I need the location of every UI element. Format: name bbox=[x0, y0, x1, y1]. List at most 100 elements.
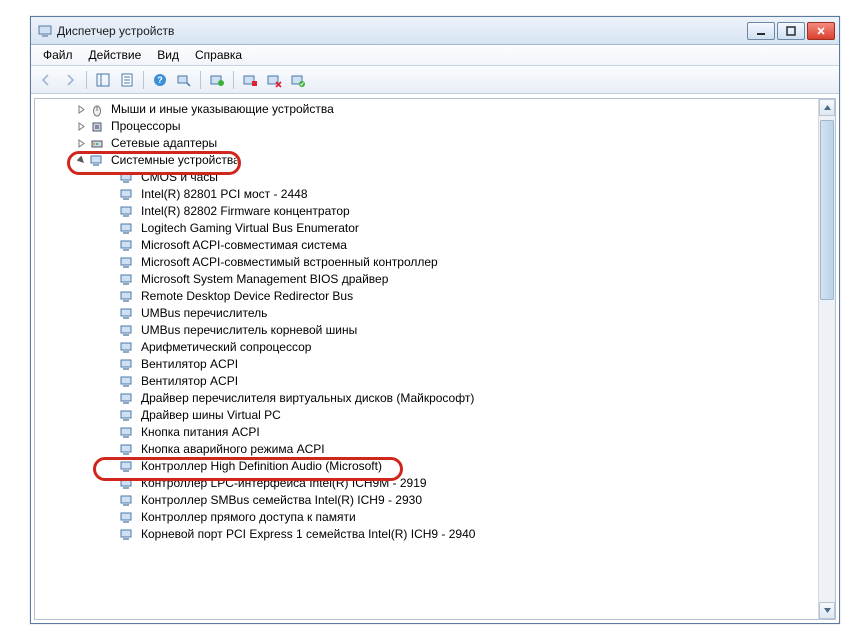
tree-node-label: Microsoft ACPI-совместимая система bbox=[139, 237, 349, 254]
tree-node-dev-5[interactable]: Microsoft ACPI-совместимый встроенный ко… bbox=[35, 254, 818, 271]
scroll-track[interactable] bbox=[819, 116, 835, 602]
tree-node-label: Контроллер SMBus семейства Intel(R) ICH9… bbox=[139, 492, 424, 509]
tree-node-label: Мыши и иные указывающие устройства bbox=[109, 101, 336, 118]
tree-node-dev-15[interactable]: Кнопка питания ACPI bbox=[35, 424, 818, 441]
maximize-button[interactable] bbox=[777, 22, 805, 40]
toolbar-separator bbox=[143, 71, 144, 89]
device-icon bbox=[119, 425, 135, 441]
tree-node-cat-2[interactable]: Сетевые адаптеры bbox=[35, 135, 818, 152]
device-icon bbox=[119, 323, 135, 339]
tree-node-dev-0[interactable]: CMOS и часы bbox=[35, 169, 818, 186]
uninstall-button[interactable] bbox=[239, 69, 261, 91]
device-icon bbox=[119, 221, 135, 237]
device-icon bbox=[119, 340, 135, 356]
tree-node-dev-21[interactable]: Корневой порт PCI Express 1 семейства In… bbox=[35, 526, 818, 543]
disable-button[interactable] bbox=[263, 69, 285, 91]
tree-node-label: Intel(R) 82801 PCI мост - 2448 bbox=[139, 186, 310, 203]
tree-node-label: UMBus перечислитель корневой шины bbox=[139, 322, 359, 339]
device-icon bbox=[119, 493, 135, 509]
tree-node-label: Сетевые адаптеры bbox=[109, 135, 219, 152]
tree-node-label: Intel(R) 82802 Firmware концентратор bbox=[139, 203, 352, 220]
tree-node-dev-11[interactable]: Вентилятор ACPI bbox=[35, 356, 818, 373]
device-icon bbox=[119, 289, 135, 305]
scroll-up-button[interactable] bbox=[819, 99, 835, 116]
vertical-scrollbar[interactable] bbox=[818, 99, 835, 619]
tree-node-system-devices[interactable]: Системные устройства bbox=[35, 152, 818, 169]
device-manager-window: Диспетчер устройств Файл Действие Вид Сп… bbox=[30, 16, 840, 624]
device-icon bbox=[119, 255, 135, 271]
tree-node-dev-18[interactable]: Контроллер LPC-интерфейса Intel(R) ICH9M… bbox=[35, 475, 818, 492]
properties-button[interactable] bbox=[116, 69, 138, 91]
nav-back-button[interactable] bbox=[35, 69, 57, 91]
tree-node-label: Процессоры bbox=[109, 118, 183, 135]
tree-node-dev-6[interactable]: Microsoft System Management BIOS драйвер bbox=[35, 271, 818, 288]
menubar: Файл Действие Вид Справка bbox=[31, 45, 839, 66]
device-icon bbox=[119, 170, 135, 186]
device-icon bbox=[119, 510, 135, 526]
expand-icon[interactable] bbox=[75, 138, 87, 150]
tree-node-dev-3[interactable]: Logitech Gaming Virtual Bus Enumerator bbox=[35, 220, 818, 237]
update-driver-button[interactable] bbox=[206, 69, 228, 91]
toolbar: ? bbox=[31, 66, 839, 94]
tree-node-label: Вентилятор ACPI bbox=[139, 356, 240, 373]
device-icon bbox=[119, 374, 135, 390]
device-icon bbox=[119, 357, 135, 373]
tree-node-label: Вентилятор ACPI bbox=[139, 373, 240, 390]
tree-node-dev-4[interactable]: Microsoft ACPI-совместимая система bbox=[35, 237, 818, 254]
tree-node-dev-13[interactable]: Драйвер перечислителя виртуальных дисков… bbox=[35, 390, 818, 407]
close-button[interactable] bbox=[807, 22, 835, 40]
menu-action[interactable]: Действие bbox=[81, 46, 150, 64]
device-icon bbox=[119, 408, 135, 424]
tree-node-label: Microsoft ACPI-совместимый встроенный ко… bbox=[139, 254, 440, 271]
device-icon bbox=[119, 527, 135, 543]
tree-node-dev-10[interactable]: Арифметический сопроцессор bbox=[35, 339, 818, 356]
show-hide-tree-button[interactable] bbox=[92, 69, 114, 91]
nav-forward-button[interactable] bbox=[59, 69, 81, 91]
tree-node-label: Remote Desktop Device Redirector Bus bbox=[139, 288, 355, 305]
app-icon bbox=[37, 23, 53, 39]
tree-node-dev-12[interactable]: Вентилятор ACPI bbox=[35, 373, 818, 390]
device-icon bbox=[119, 272, 135, 288]
tree-node-dev-14[interactable]: Драйвер шины Virtual PC bbox=[35, 407, 818, 424]
tree-node-label: Контроллер High Definition Audio (Micros… bbox=[139, 458, 384, 475]
tree-node-dev-7[interactable]: Remote Desktop Device Redirector Bus bbox=[35, 288, 818, 305]
tree-node-label: Logitech Gaming Virtual Bus Enumerator bbox=[139, 220, 361, 237]
menu-file[interactable]: Файл bbox=[35, 46, 81, 64]
tree-node-label: Драйвер перечислителя виртуальных дисков… bbox=[139, 390, 476, 407]
tree-node-dev-16[interactable]: Кнопка аварийного режима ACPI bbox=[35, 441, 818, 458]
menu-help[interactable]: Справка bbox=[187, 46, 250, 64]
action-scan-button[interactable] bbox=[173, 69, 195, 91]
tree-node-dev-1[interactable]: Intel(R) 82801 PCI мост - 2448 bbox=[35, 186, 818, 203]
scroll-thumb[interactable] bbox=[820, 120, 834, 300]
expand-icon[interactable] bbox=[75, 121, 87, 133]
device-tree[interactable]: Мыши и иные указывающие устройстваПроцес… bbox=[35, 99, 818, 545]
tree-node-label: Контроллер LPC-интерфейса Intel(R) ICH9M… bbox=[139, 475, 429, 492]
tree-node-label: Арифметический сопроцессор bbox=[139, 339, 313, 356]
device-icon bbox=[119, 187, 135, 203]
help-button[interactable]: ? bbox=[149, 69, 171, 91]
expand-icon[interactable] bbox=[75, 104, 87, 116]
minimize-button[interactable] bbox=[747, 22, 775, 40]
collapse-icon[interactable] bbox=[75, 155, 87, 167]
menu-view[interactable]: Вид bbox=[149, 46, 187, 64]
tree-node-label: Системные устройства bbox=[109, 152, 242, 169]
scroll-down-button[interactable] bbox=[819, 602, 835, 619]
toolbar-separator bbox=[200, 71, 201, 89]
tree-node-dev-9[interactable]: UMBus перечислитель корневой шины bbox=[35, 322, 818, 339]
tree-node-cat-1[interactable]: Процессоры bbox=[35, 118, 818, 135]
tree-node-dev-19[interactable]: Контроллер SMBus семейства Intel(R) ICH9… bbox=[35, 492, 818, 509]
sys-icon bbox=[89, 153, 105, 169]
tree-node-dev-2[interactable]: Intel(R) 82802 Firmware концентратор bbox=[35, 203, 818, 220]
window-buttons bbox=[747, 22, 835, 40]
tree-node-dev-8[interactable]: UMBus перечислитель bbox=[35, 305, 818, 322]
enable-button[interactable] bbox=[287, 69, 309, 91]
tree-node-label: Кнопка питания ACPI bbox=[139, 424, 262, 441]
tree-node-label: Microsoft System Management BIOS драйвер bbox=[139, 271, 390, 288]
cpu-icon bbox=[89, 119, 105, 135]
tree-node-label: UMBus перечислитель bbox=[139, 305, 269, 322]
tree-node-dev-20[interactable]: Контроллер прямого доступа к памяти bbox=[35, 509, 818, 526]
tree-node-dev-17[interactable]: Контроллер High Definition Audio (Micros… bbox=[35, 458, 818, 475]
tree-node-label: Кнопка аварийного режима ACPI bbox=[139, 441, 327, 458]
tree-node-cat-0[interactable]: Мыши и иные указывающие устройства bbox=[35, 101, 818, 118]
svg-text:?: ? bbox=[157, 75, 163, 85]
